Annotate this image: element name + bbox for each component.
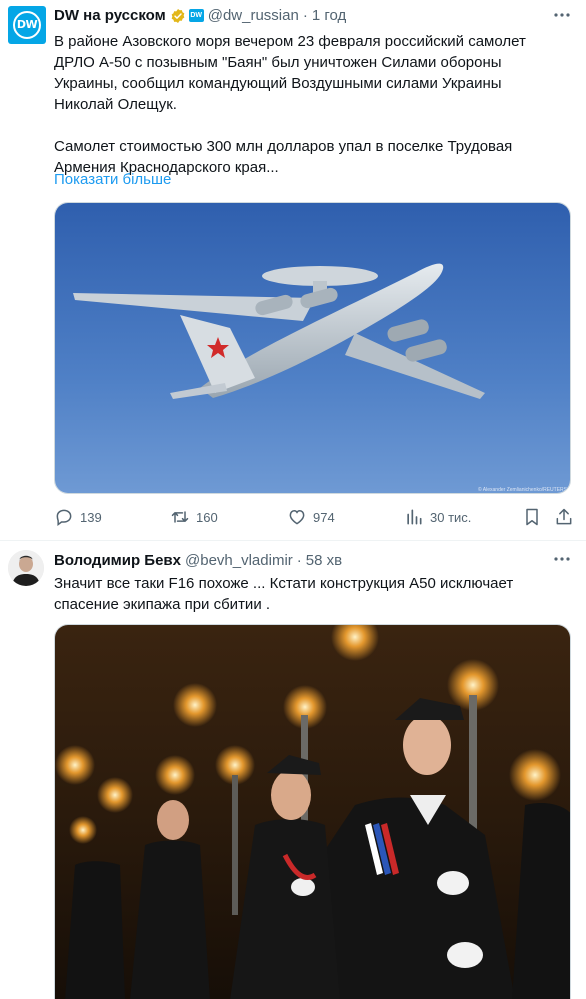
share-icon <box>556 508 572 525</box>
separator-dot: · <box>302 7 308 24</box>
tweet-actions: 139 160 974 30 тис. <box>54 506 574 528</box>
bookmark-icon <box>526 508 538 526</box>
retweet-button[interactable]: 160 <box>170 506 218 528</box>
avatar-portrait-image <box>8 550 44 586</box>
views-count: 30 тис. <box>430 509 472 525</box>
separator-dot: · <box>296 552 302 569</box>
a50-aircraft-image: © Alexander Zemlianichenko/REUTERS <box>55 203 570 493</box>
cadets-torch-parade-image <box>55 625 570 999</box>
like-icon <box>289 509 305 525</box>
dw-affiliate-icon[interactable]: DW <box>188 9 204 22</box>
tweet-photo-torches[interactable] <box>54 624 571 999</box>
avatar-dw[interactable]: DW <box>8 6 46 44</box>
views-icon <box>407 509 422 525</box>
tweet-dw[interactable]: DW DW на русском DW @dw_russian · 1 год … <box>0 0 586 541</box>
author-name[interactable]: DW на русском <box>54 7 166 24</box>
more-icon[interactable] <box>552 8 572 22</box>
tweet-bevh[interactable]: Володимир Бевх @bevh_vladimir · 58 хв Зн… <box>0 540 586 999</box>
verified-badge-icon[interactable] <box>170 8 186 24</box>
tweet-photo-aircraft[interactable]: © Alexander Zemlianichenko/REUTERS <box>54 202 571 494</box>
like-button[interactable]: 974 <box>287 506 335 528</box>
avatar-bevh[interactable] <box>8 550 44 586</box>
tweet-time[interactable]: 58 хв <box>306 552 342 569</box>
tweet-header: Володимир Бевх @bevh_vladimir · 58 хв <box>54 552 342 569</box>
author-name[interactable]: Володимир Бевх <box>54 552 181 569</box>
retweet-count: 160 <box>196 509 218 525</box>
reply-count: 139 <box>80 509 102 525</box>
reply-icon <box>56 509 72 526</box>
tweet-header: DW на русском DW @dw_russian · 1 год <box>54 7 346 24</box>
show-more-link[interactable]: Показати більше <box>54 171 171 188</box>
bookmark-button[interactable] <box>522 506 548 528</box>
tweet-paragraph-1: В районе Азовского моря вечером 23 февра… <box>54 33 526 113</box>
author-handle[interactable]: @bevh_vladimir <box>185 552 293 569</box>
tweet-text-body: Значит все таки F16 похоже ... Кстати ко… <box>54 575 514 613</box>
reply-button[interactable]: 139 <box>54 506 102 528</box>
more-icon[interactable] <box>552 552 572 566</box>
photo-credit: © Alexander Zemlianichenko/REUTERS <box>478 486 568 493</box>
tweet-time[interactable]: 1 год <box>312 7 346 24</box>
share-button[interactable] <box>554 506 580 528</box>
tweet-text: В районе Азовского моря вечером 23 февра… <box>54 31 574 178</box>
like-count: 974 <box>313 509 335 525</box>
dw-logo-text: DW <box>13 11 41 39</box>
author-handle[interactable]: @dw_russian <box>208 7 299 24</box>
views-button[interactable]: 30 тис. <box>404 506 471 528</box>
tweet-text: Значит все таки F16 похоже ... Кстати ко… <box>54 573 574 615</box>
retweet-icon <box>171 511 189 523</box>
